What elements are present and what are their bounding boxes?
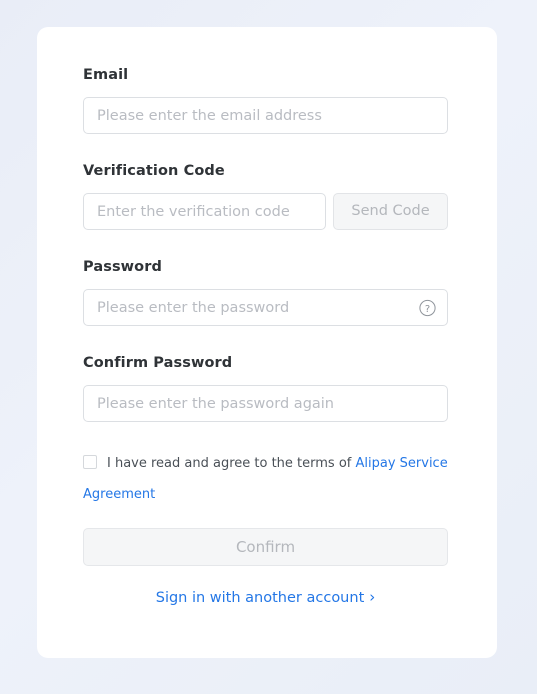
sign-in-another-account-link[interactable]: Sign in with another account › — [155, 588, 376, 606]
confirm-password-input[interactable] — [83, 385, 448, 422]
email-input[interactable] — [83, 97, 448, 134]
registration-page: Email Verification Code Send Code Passwo… — [0, 0, 537, 694]
email-field-group: Email — [83, 65, 448, 134]
send-code-button[interactable]: Send Code — [333, 193, 448, 230]
svg-text:?: ? — [425, 303, 430, 314]
confirm-button[interactable]: Confirm — [83, 528, 448, 566]
chevron-right-icon: › — [369, 588, 376, 606]
registration-form: Email Verification Code Send Code Passwo… — [83, 65, 448, 606]
agreement-text: I have read and agree to the terms of — [107, 456, 356, 471]
password-label: Password — [83, 259, 162, 275]
verification-code-field-group: Verification Code Send Code — [83, 161, 448, 230]
password-input-wrap: ? — [83, 289, 448, 326]
sign-in-another-account-label: Sign in with another account — [155, 590, 365, 606]
confirm-password-label: Confirm Password — [83, 355, 233, 371]
agreement-checkbox[interactable] — [83, 455, 97, 469]
password-field-group: Password ? — [83, 257, 448, 326]
verification-code-input[interactable] — [83, 193, 326, 230]
alt-signin-row: Sign in with another account › — [83, 588, 448, 606]
email-label: Email — [83, 67, 129, 83]
password-input[interactable] — [83, 289, 448, 326]
verification-code-row: Send Code — [83, 193, 448, 230]
agreement-row: I have read and agree to the terms of Al… — [83, 448, 448, 510]
registration-card: Email Verification Code Send Code Passwo… — [37, 27, 497, 658]
question-circle-icon[interactable]: ? — [419, 299, 436, 316]
verification-code-label: Verification Code — [83, 163, 225, 179]
confirm-password-field-group: Confirm Password — [83, 353, 448, 422]
